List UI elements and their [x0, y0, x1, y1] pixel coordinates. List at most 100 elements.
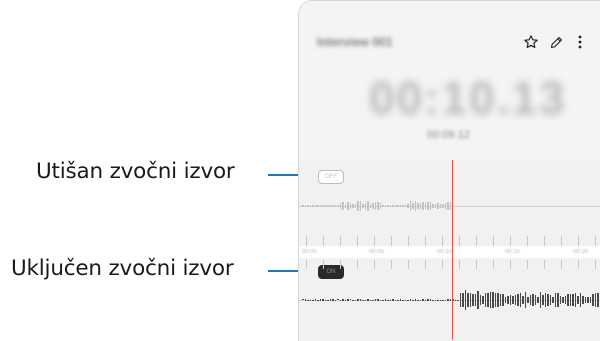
waveform-bar — [372, 203, 374, 209]
waveform-bar — [377, 202, 379, 210]
waveform-bar — [485, 293, 487, 307]
muted-track-chip[interactable]: OFF — [318, 170, 344, 184]
waveform-bar — [557, 293, 559, 308]
waveform-bar — [402, 300, 404, 301]
waveform-bar — [315, 299, 317, 300]
waveform-bar — [420, 203, 422, 208]
waveform-bar — [310, 205, 312, 207]
pencil-icon[interactable] — [547, 33, 565, 51]
waveform-bar — [450, 202, 452, 210]
waveform-bar — [517, 294, 519, 307]
waveform-bar — [325, 300, 327, 301]
waveform-bar — [467, 293, 469, 307]
waveform-bar — [380, 300, 382, 301]
waveform-bar — [537, 297, 539, 304]
waveform-bar — [597, 293, 599, 307]
waveform-bar — [565, 296, 567, 303]
waveform-bar — [397, 205, 399, 206]
waveform-bar — [317, 300, 319, 301]
waveform-bar — [385, 205, 387, 208]
waveform-bar — [312, 205, 314, 207]
waveform-bar — [345, 300, 347, 301]
timeline-label: 00:00 — [302, 249, 317, 255]
waveform-bar — [312, 300, 314, 301]
timeline-tick — [425, 260, 426, 269]
waveform-bar — [335, 300, 337, 301]
waveform-bar — [405, 300, 407, 301]
waveform-bar — [545, 293, 547, 308]
waveform-bar — [475, 294, 477, 305]
star-icon[interactable] — [522, 33, 540, 51]
waveform-bar — [412, 203, 414, 208]
waveform-bar — [495, 293, 497, 308]
waveform-bar — [590, 297, 592, 303]
waveform-bar — [400, 299, 402, 300]
timeline-tick — [510, 236, 511, 246]
waveform-bar — [425, 203, 427, 209]
timeline-tick — [578, 236, 579, 246]
waveform-bar — [377, 299, 379, 300]
waveform-bar — [515, 295, 517, 305]
waveform-bar — [410, 299, 412, 300]
recording-subtime: 00:09.12 — [427, 129, 470, 141]
waveform-bar — [307, 205, 309, 206]
waveform-bar — [327, 300, 329, 301]
waveform-bar — [580, 293, 582, 307]
timeline-tick — [357, 236, 358, 246]
waveform-bar — [392, 205, 394, 207]
playhead[interactable] — [452, 160, 453, 340]
waveform-bar — [362, 300, 364, 301]
timeline-tick — [595, 260, 596, 269]
waveform-bar — [570, 294, 572, 307]
waveform-bar — [577, 296, 579, 304]
waveform-bar — [432, 300, 434, 301]
waveform-bar — [527, 297, 529, 303]
waveform-bar — [320, 205, 322, 208]
waveform-bar — [422, 202, 424, 209]
waveform-bar — [332, 205, 334, 207]
timeline-tick — [459, 236, 460, 246]
waveform-bar — [365, 203, 367, 209]
phone-screen: Interview 001 00:10.13 00:09.12 — [298, 0, 600, 341]
waveform-bar — [367, 299, 369, 300]
waveform-bar — [332, 299, 334, 300]
timeline-label: 00:20 — [573, 249, 588, 255]
waveform-bar — [362, 204, 364, 208]
active-source-callout: Uključen zvočni izvor — [11, 256, 233, 281]
waveform-bar — [322, 205, 324, 207]
timeline-tick — [595, 236, 596, 246]
waveform-bar — [512, 296, 514, 304]
waveform-bar — [427, 202, 429, 210]
waveform-bar — [435, 204, 437, 209]
waveform-bar — [547, 294, 549, 306]
timeline-tick — [578, 260, 579, 269]
waveform-bar — [417, 300, 419, 301]
more-options-icon[interactable] — [571, 33, 589, 51]
waveform-bar — [575, 293, 577, 308]
timeline-tick — [459, 260, 460, 269]
waveform-bar — [302, 205, 304, 207]
timeline-tick — [357, 260, 358, 269]
waveform-bar — [367, 201, 369, 211]
waveform-bar — [507, 296, 509, 305]
timeline-tick — [561, 260, 562, 269]
timeline-tick — [510, 260, 511, 269]
waveform-bar — [410, 201, 412, 211]
timeline-tick — [544, 236, 545, 246]
waveform-bar — [322, 299, 324, 300]
waveform-bar — [347, 202, 349, 209]
waveform-bar — [350, 203, 352, 210]
waveform-bar — [525, 292, 527, 308]
waveform-bar — [412, 300, 414, 301]
waveform-bar — [337, 205, 339, 207]
timeline-tick — [391, 260, 392, 269]
recording-title: Interview 001 — [317, 35, 392, 49]
waveform-bar — [585, 297, 587, 303]
waveform-bar — [442, 204, 444, 208]
waveform-bar — [420, 300, 422, 301]
timeline-tick — [493, 260, 494, 269]
waveform-bar — [407, 300, 409, 301]
timeline-tick — [442, 236, 443, 246]
waveform-bar — [430, 299, 432, 300]
waveform-bar — [405, 205, 407, 207]
